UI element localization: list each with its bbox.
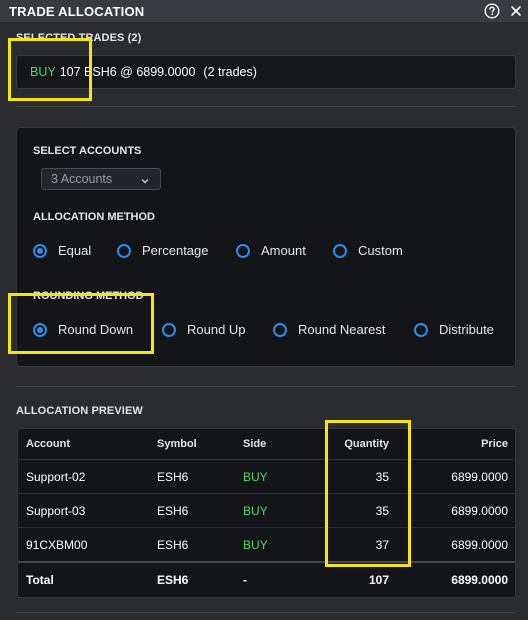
radio-icon <box>162 322 176 337</box>
cell-price: 6899.0000 <box>451 503 508 518</box>
select-accounts-label: SELECT ACCOUNTS <box>33 145 142 157</box>
cell-price: 6899.0000 <box>451 469 508 484</box>
radio-label: Amount <box>261 243 306 258</box>
column-header-side: Side <box>243 438 267 450</box>
cell-account: Support-03 <box>26 503 86 518</box>
selected-trades-count: (2 trades) <box>203 65 257 79</box>
total-quantity: 107 <box>368 573 389 587</box>
radio-icon <box>333 243 347 258</box>
column-header-price: Price <box>481 438 508 450</box>
title-bar: TRADE ALLOCATION <box>0 0 528 22</box>
allocation-method-label: ALLOCATION METHOD <box>33 211 156 223</box>
table-total-row: Total ESH6 - 107 6899.0000 <box>18 563 515 597</box>
radio-icon <box>273 322 287 337</box>
cell-account: Support-02 <box>26 469 86 484</box>
help-circle-icon[interactable] <box>484 3 500 19</box>
cell-side: BUY <box>243 537 268 552</box>
divider <box>16 612 516 613</box>
radio-label: Equal <box>58 243 92 258</box>
radio-label: Custom <box>358 243 403 258</box>
accounts-dropdown[interactable]: 3 Accounts <box>41 168 161 190</box>
total-side: - <box>243 573 247 587</box>
total-price: 6899.0000 <box>451 573 508 587</box>
total-symbol: ESH6 <box>157 573 189 587</box>
total-label: Total <box>26 573 54 587</box>
radio-label: Round Nearest <box>298 322 386 337</box>
column-header-symbol: Symbol <box>157 438 197 450</box>
cell-price: 6899.0000 <box>451 537 508 552</box>
accounts-dropdown-value: 3 Accounts <box>51 172 113 186</box>
allocation-method-equal[interactable]: Equal <box>33 243 91 258</box>
allocation-method-percentage[interactable]: Percentage <box>117 243 209 258</box>
radio-icon <box>414 322 428 337</box>
close-icon[interactable] <box>510 5 522 17</box>
radio-label: Percentage <box>142 243 209 258</box>
rounding-method-round-nearest[interactable]: Round Nearest <box>273 322 385 337</box>
table-header: Account Symbol Side Quantity Price <box>18 429 515 459</box>
divider <box>16 386 516 387</box>
table-row: 91CXBM00 ESH6 BUY 37 6899.0000 <box>18 528 515 561</box>
highlight-box-rounding-method <box>8 293 154 354</box>
allocation-method-amount[interactable]: Amount <box>236 243 306 258</box>
chevron-down-icon <box>140 175 150 189</box>
cell-symbol: ESH6 <box>157 537 189 552</box>
cell-symbol: ESH6 <box>157 469 189 484</box>
cell-symbol: ESH6 <box>157 503 189 518</box>
rounding-method-distribute[interactable]: Distribute <box>414 322 494 337</box>
allocation-method-custom[interactable]: Custom <box>333 243 403 258</box>
rounding-method-round-up[interactable]: Round Up <box>162 322 246 337</box>
table-row: Support-03 ESH6 BUY 35 6899.0000 <box>18 494 515 527</box>
allocation-preview-label: ALLOCATION PREVIEW <box>16 405 143 417</box>
radio-icon <box>236 243 250 258</box>
table-row: Support-02 ESH6 BUY 35 6899.0000 <box>18 460 515 493</box>
allocation-preview-table: Account Symbol Side Quantity Price Suppo… <box>17 428 516 598</box>
radio-label: Round Up <box>187 322 246 337</box>
cell-account: 91CXBM00 <box>26 537 88 552</box>
radio-label: Distribute <box>439 322 494 337</box>
radio-icon <box>117 243 131 258</box>
column-header-account: Account <box>26 438 70 450</box>
cell-side: BUY <box>243 469 268 484</box>
cell-side: BUY <box>243 503 268 518</box>
window-title: TRADE ALLOCATION <box>9 3 145 19</box>
highlight-box-selected-side <box>8 38 92 101</box>
radio-selected-icon <box>33 243 47 258</box>
highlight-box-quantity-column <box>325 420 411 567</box>
divider <box>16 106 516 107</box>
